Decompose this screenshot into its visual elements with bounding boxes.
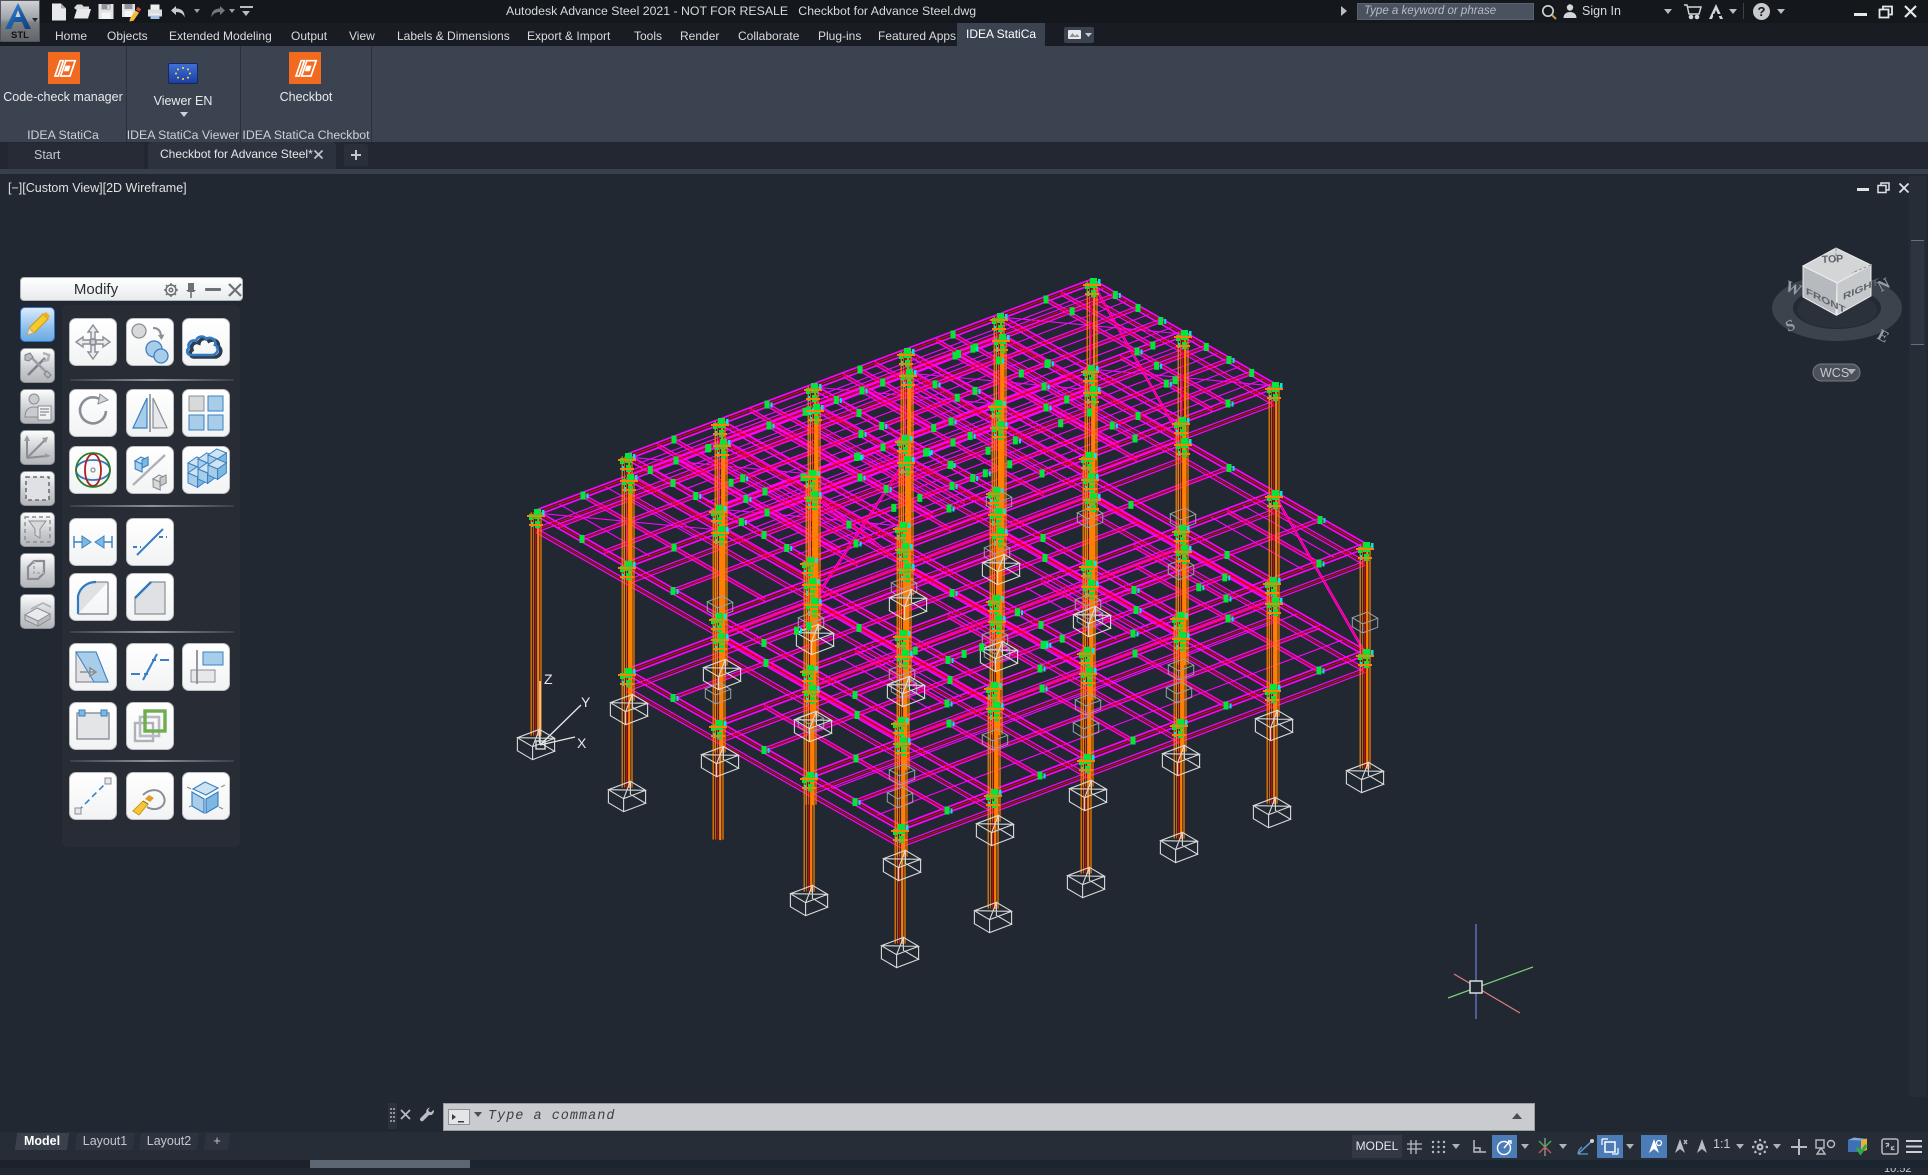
svg-text:TOP: TOP [1822,253,1844,266]
svg-text:Z: Z [544,671,553,687]
svg-text:X: X [577,735,587,751]
svg-text:WCS: WCS [1820,366,1849,380]
svg-text:?: ? [1758,4,1766,19]
svg-text:Y: Y [581,694,591,710]
